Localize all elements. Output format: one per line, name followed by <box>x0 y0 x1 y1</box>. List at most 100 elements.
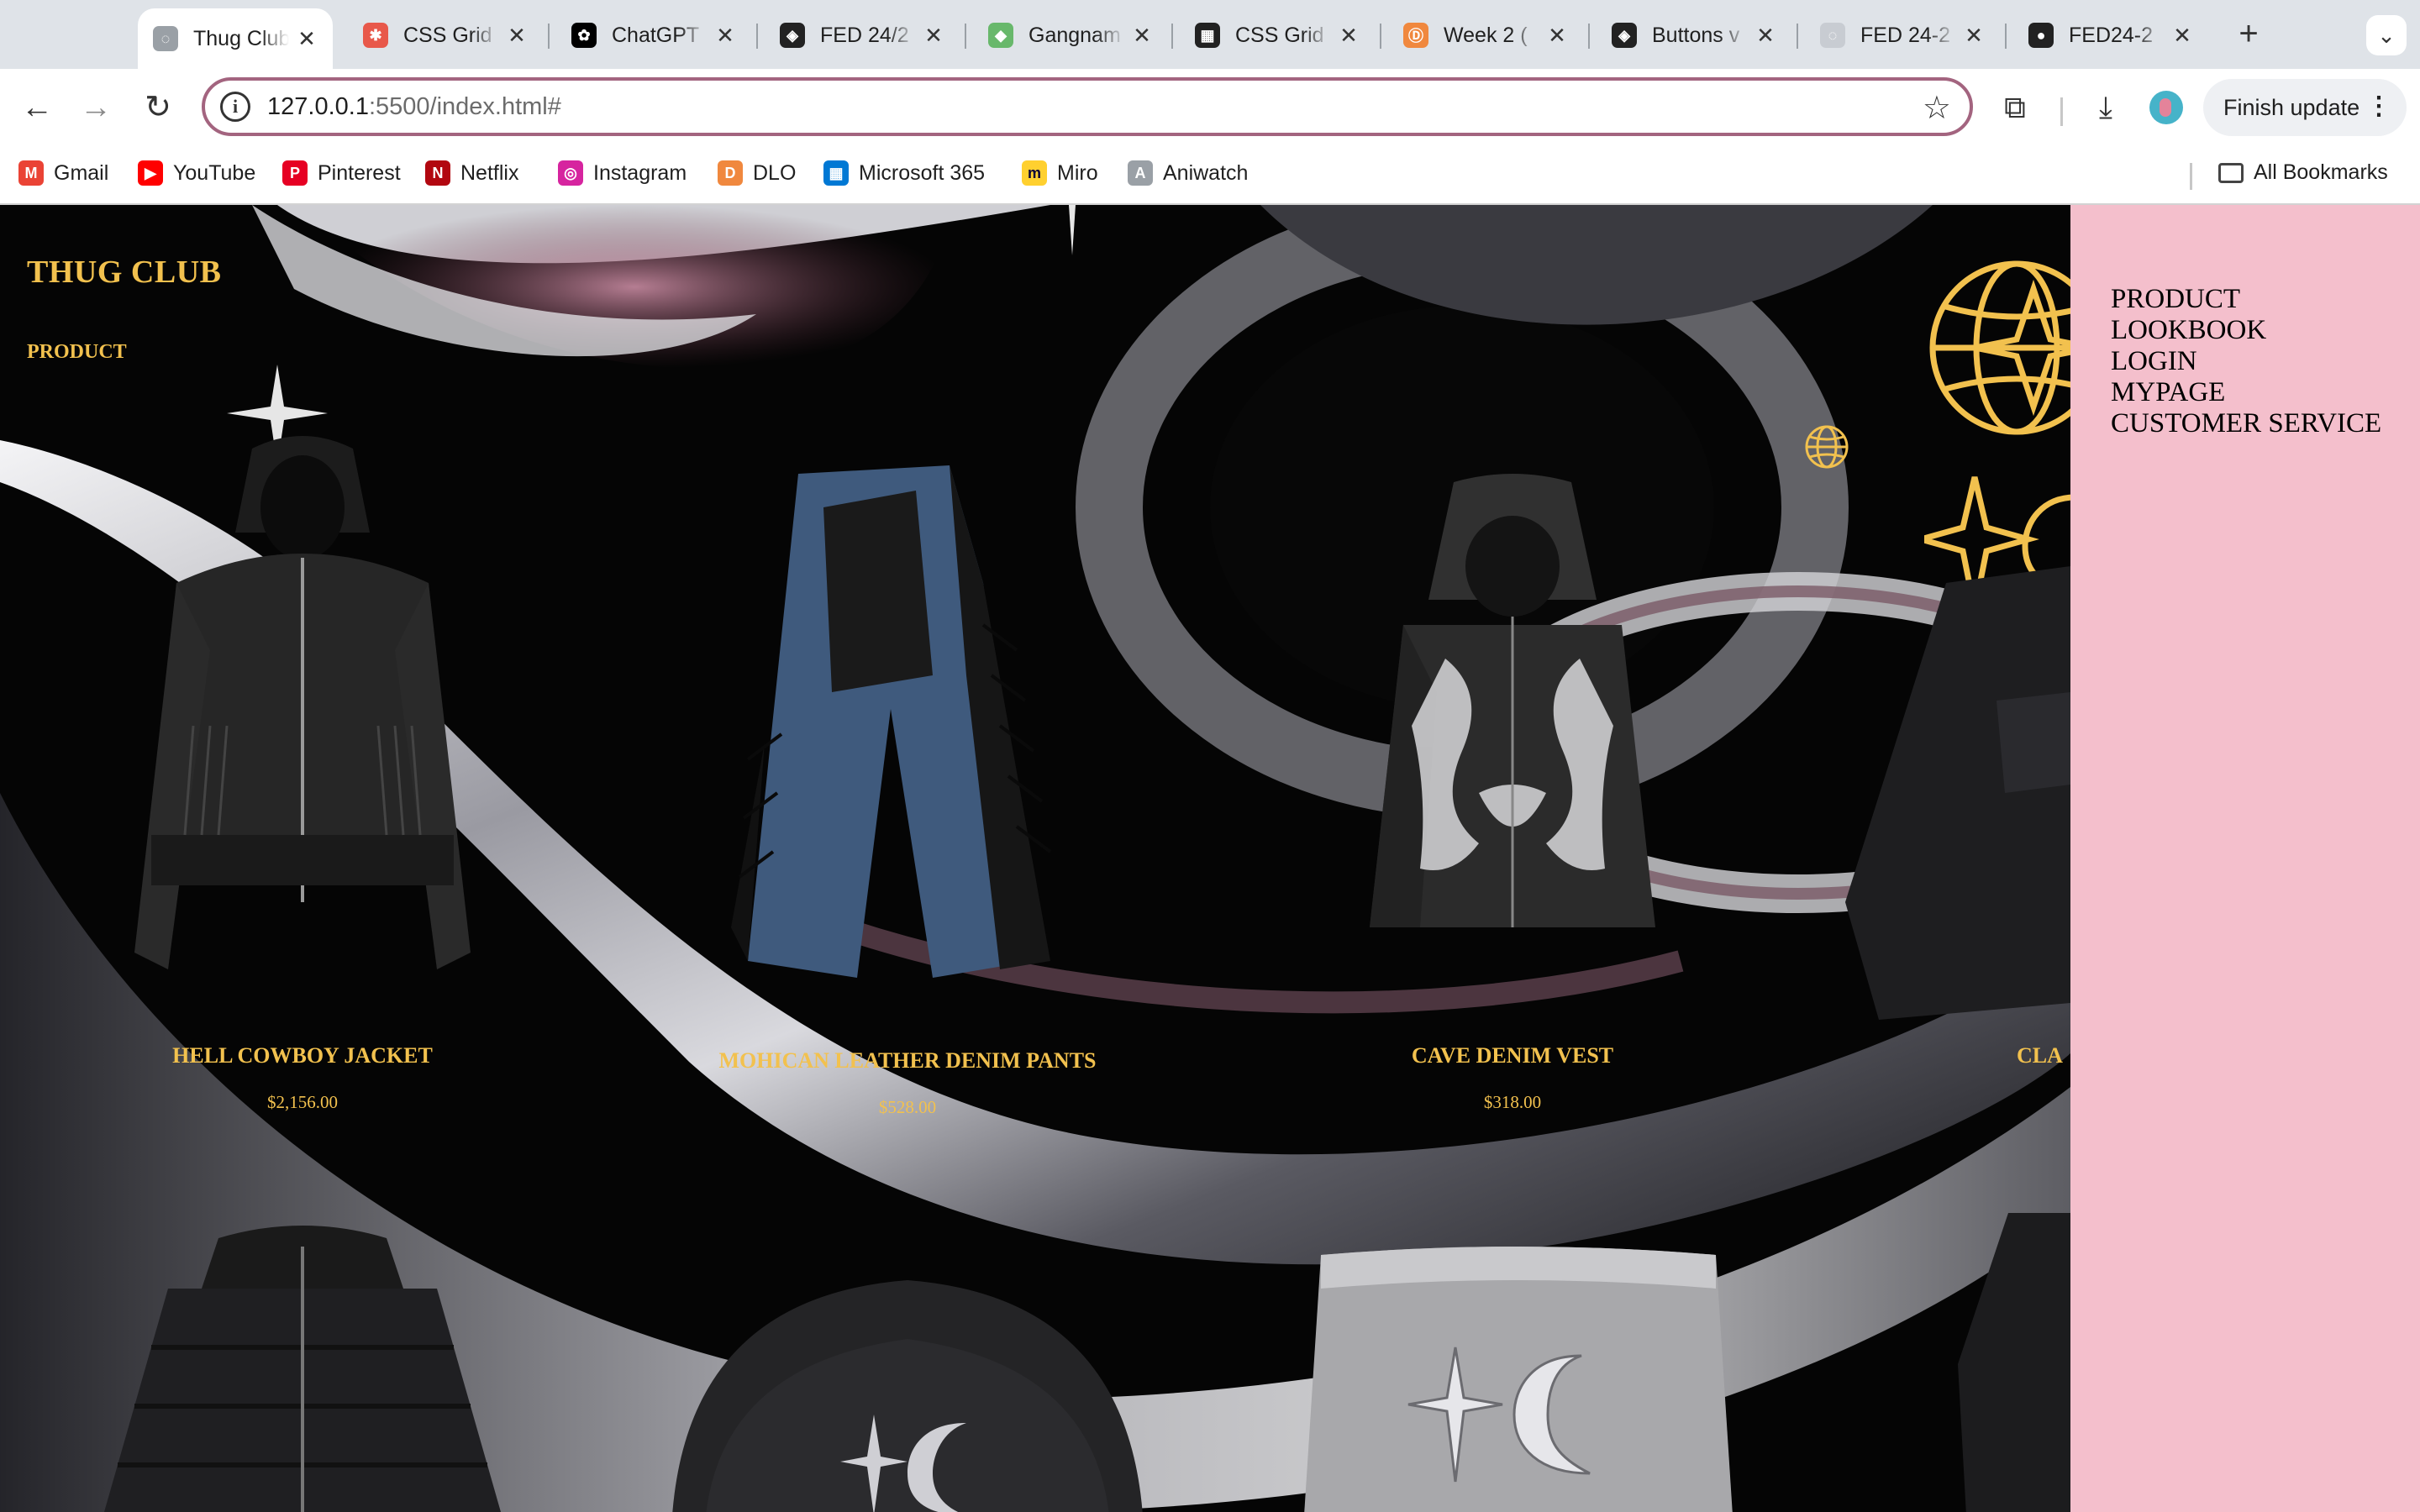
bookmark-label: Miro <box>1057 160 1098 185</box>
browser-tab[interactable]: Ⓓ Week 2 ( ✕ <box>1388 12 1583 59</box>
bookmark-item[interactable]: m Miro <box>1022 160 1098 186</box>
bookmark-item[interactable]: N Netflix <box>425 160 518 186</box>
netflix-icon: N <box>425 160 450 186</box>
tab-search-button[interactable]: ⌄ <box>2366 15 2407 55</box>
close-tab-icon[interactable]: ✕ <box>1963 23 1985 49</box>
finish-update-button[interactable]: Finish update ⋮ <box>2203 79 2407 136</box>
bookmark-item[interactable]: ▶ YouTube <box>138 160 255 186</box>
bookmark-item[interactable]: D DLO <box>718 160 796 186</box>
menu-item-product[interactable]: PRODUCT <box>2111 284 2420 315</box>
close-tab-icon[interactable]: ✕ <box>923 23 944 49</box>
menu-item-login[interactable]: LOGIN <box>2111 346 2420 377</box>
close-tab-icon[interactable]: ✕ <box>1131 23 1153 49</box>
tab-separator <box>1588 24 1590 49</box>
product-name[interactable]: CAVE DENIM VEST <box>1344 1043 1681 1068</box>
site-info-icon[interactable]: i <box>220 92 250 122</box>
close-tab-icon[interactable]: ✕ <box>1546 23 1568 49</box>
bookmark-item[interactable]: M Gmail <box>18 160 108 186</box>
product-image-cap[interactable] <box>655 1263 1160 1512</box>
tab-separator <box>548 24 550 49</box>
address-url[interactable]: 127.0.0.1:5500/index.html# <box>267 93 561 121</box>
youtube-icon: ▶ <box>138 160 163 186</box>
close-tab-icon[interactable]: ✕ <box>2171 23 2193 49</box>
tab-separator <box>965 24 966 49</box>
close-tab-icon[interactable]: ✕ <box>1754 23 1776 49</box>
menu-item-customer-service[interactable]: CUSTOMER SERVICE <box>2111 408 2420 439</box>
dlo-icon: D <box>718 160 743 186</box>
brand-logo[interactable]: THUG CLUB <box>27 254 221 291</box>
bookmarks-divider <box>2190 163 2192 190</box>
tab-title: ChatGPT <box>612 23 700 47</box>
product-card[interactable]: MOHICAN LEATHER DENIM PANTS $528.00 <box>672 1048 1143 1118</box>
codepen-icon: ◈ <box>1612 23 1637 48</box>
browser-tab[interactable]: ◈ FED 24/2 ✕ <box>765 12 960 59</box>
browser-tab[interactable]: ● FED24-2 ✕ <box>2013 12 2208 59</box>
asterisk-icon: ✱ <box>363 23 388 48</box>
folder-icon <box>2218 162 2244 183</box>
close-tab-icon[interactable]: ✕ <box>296 26 318 52</box>
product-card[interactable]: HELL COWBOY JACKET $2,156.00 <box>134 1043 471 1113</box>
browser-tab[interactable]: ▦ CSS Grid ✕ <box>1180 12 1375 59</box>
tab-title: FED 24/2 <box>820 23 909 47</box>
menu-item-mypage[interactable]: MYPAGE <box>2111 377 2420 408</box>
product-image-vest-2[interactable] <box>1958 1213 2070 1512</box>
subnav-product[interactable]: PRODUCT <box>27 341 127 364</box>
browser-tab[interactable]: ◌ Thug Club ✕ <box>138 8 333 69</box>
profile-avatar[interactable] <box>2149 91 2183 124</box>
tab-title: Week 2 ( <box>1444 23 1528 47</box>
address-bar[interactable]: i 127.0.0.1:5500/index.html# ☆ <box>202 77 1973 136</box>
bookmark-item[interactable]: P Pinterest <box>282 160 401 186</box>
miro-icon: m <box>1022 160 1047 186</box>
all-bookmarks[interactable]: All Bookmarks <box>2218 160 2388 185</box>
tab-separator <box>1171 24 1173 49</box>
map-icon: ◆ <box>988 23 1013 48</box>
bookmark-item[interactable]: ▦ Microsoft 365 <box>823 160 985 186</box>
close-tab-icon[interactable]: ✕ <box>1338 23 1360 49</box>
bookmark-item[interactable]: ◎ Instagram <box>558 160 687 186</box>
chatgpt-icon: ✿ <box>571 23 597 48</box>
new-tab-button[interactable]: + <box>2228 15 2269 55</box>
product-image-puffer-jacket[interactable] <box>84 1221 521 1512</box>
product-card[interactable]: CAVE DENIM VEST $318.00 <box>1344 1043 1681 1113</box>
download-icon[interactable]: ⤓ <box>2086 87 2126 128</box>
product-name[interactable]: HELL COWBOY JACKET <box>134 1043 471 1068</box>
course-icon: Ⓓ <box>1403 23 1428 48</box>
reload-button[interactable]: ↻ <box>138 87 178 128</box>
bookmark-label: Microsoft 365 <box>859 160 986 185</box>
tab-title: FED 24-2 <box>1860 23 1950 47</box>
github-icon: ● <box>2028 23 2054 48</box>
product-price: $528.00 <box>878 1097 937 1117</box>
browser-tab[interactable]: ✿ ChatGPT ✕ <box>556 12 751 59</box>
product-image-mohican-pants[interactable] <box>697 457 1134 995</box>
aniwatch-icon: A <box>1128 160 1153 186</box>
globe-icon: ◌ <box>1820 23 1845 48</box>
browser-tab[interactable]: ✱ CSS Grid ✕ <box>348 12 543 59</box>
menu-item-lookbook[interactable]: LOOKBOOK <box>2111 315 2420 346</box>
close-tab-icon[interactable]: ✕ <box>714 23 736 49</box>
bookmark-label: DLO <box>753 160 797 185</box>
bookmark-label: Netflix <box>460 160 519 185</box>
tab-strip: ◌ Thug Club ✕ ✱ CSS Grid ✕ ✿ ChatGPT ✕ ◈ FED 24/2 ✕… <box>0 0 2420 69</box>
forward-button[interactable]: → <box>76 87 116 128</box>
product-image-hell-cowboy-jacket[interactable] <box>118 432 487 1020</box>
page-viewport: THUG CLUB PRODUCT HELL COWBOY JACKET $2,… <box>0 205 2420 1512</box>
codepen-icon: ◈ <box>780 23 805 48</box>
bookmark-star-icon[interactable]: ☆ <box>1923 89 1951 127</box>
side-menu: PRODUCT LOOKBOOK LOGIN MYPAGE CUSTOMER SERVI… <box>2070 205 2420 1512</box>
product-image-cla[interactable] <box>1845 549 2070 1020</box>
product-name[interactable]: MOHICAN LEATHER DENIM PANTS <box>672 1048 1143 1074</box>
browser-tab[interactable]: ◆ Gangnam ✕ <box>973 12 1168 59</box>
kebab-menu-icon[interactable]: ⋮ <box>2366 92 2391 121</box>
back-button[interactable]: ← <box>17 87 57 128</box>
gmail-icon: M <box>18 160 44 186</box>
browser-tab[interactable]: ◈ Buttons v ✕ <box>1597 12 1791 59</box>
close-tab-icon[interactable]: ✕ <box>506 23 528 49</box>
product-image-fur-bag[interactable] <box>1304 1238 1733 1512</box>
extensions-icon[interactable]: ⧉ <box>1995 87 2035 128</box>
tab-title: CSS Grid <box>403 23 492 47</box>
tab-separator <box>1797 24 1798 49</box>
bookmark-label: YouTube <box>173 160 256 185</box>
bookmark-item[interactable]: A Aniwatch <box>1128 160 1248 186</box>
browser-tab[interactable]: ◌ FED 24-2 ✕ <box>1805 12 2000 59</box>
product-image-cave-denim-vest[interactable] <box>1353 474 1672 944</box>
